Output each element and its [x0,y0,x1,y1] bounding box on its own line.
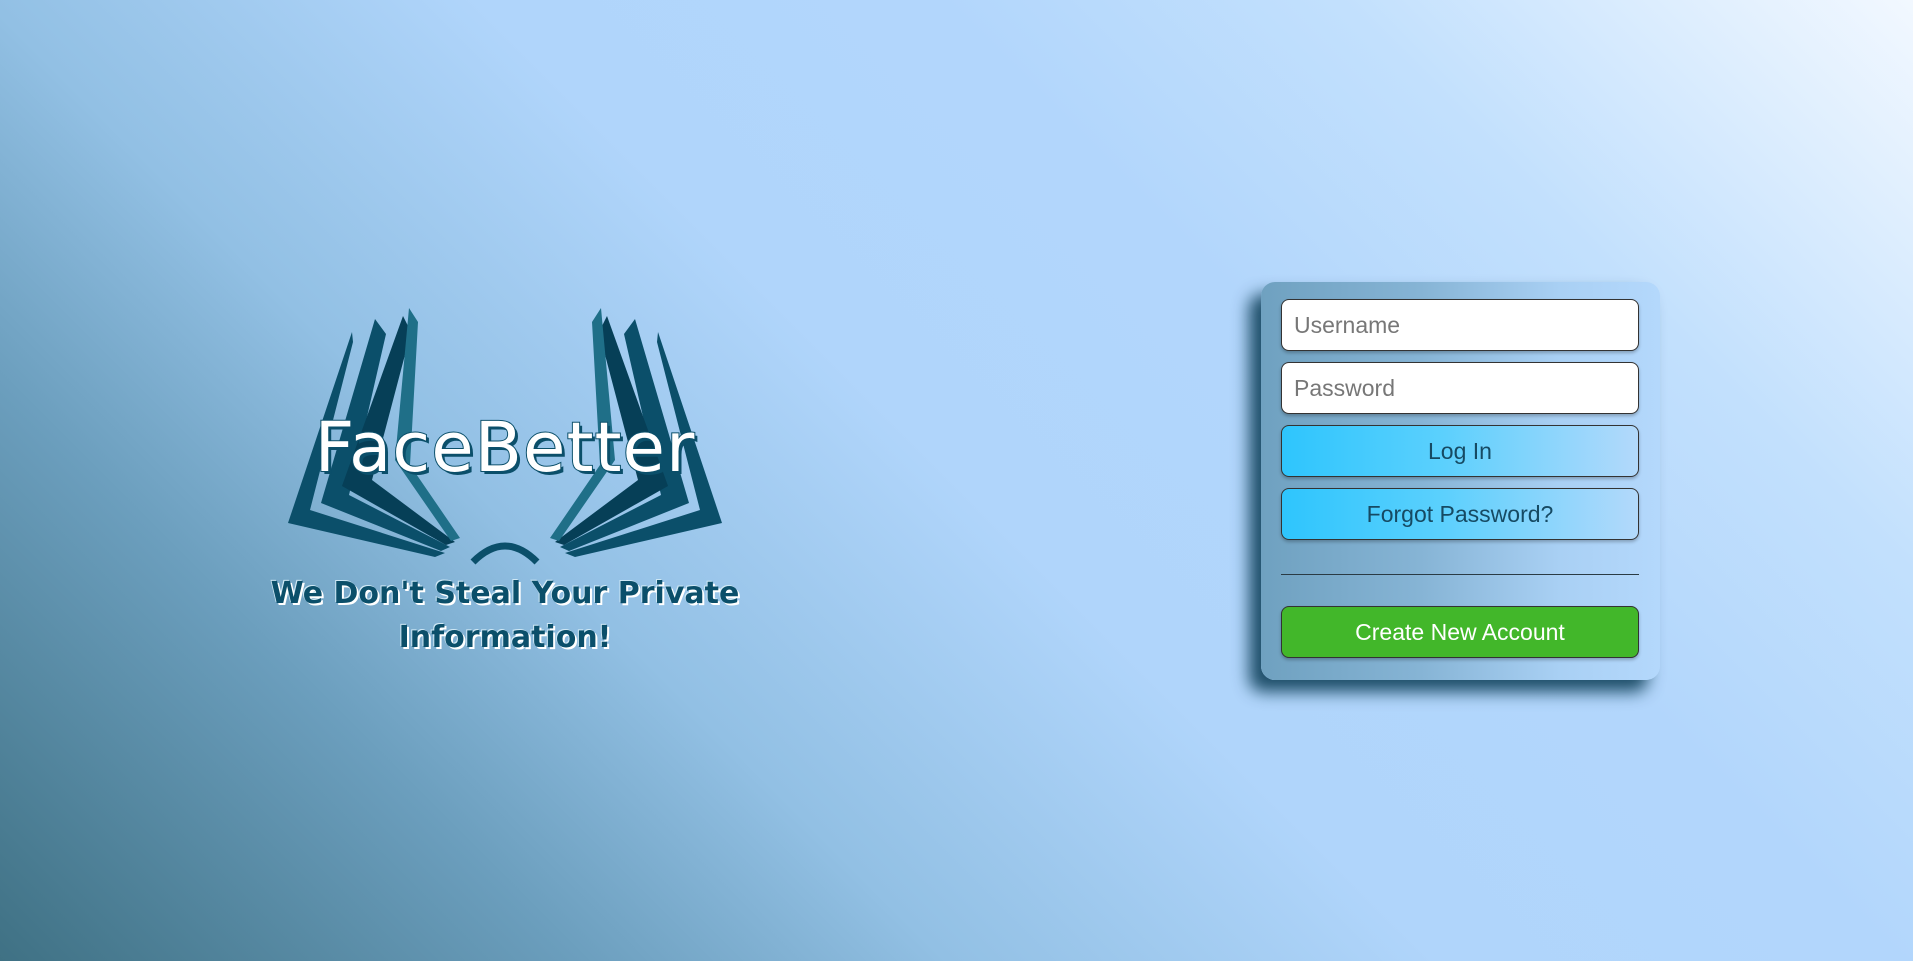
divider [1281,574,1639,575]
brand-title: FaceBetter [314,407,696,489]
login-card: Log In Forgot Password? Create New Accou… [1261,282,1660,680]
username-input[interactable] [1281,299,1639,351]
brand-logo: FaceBetter We Don't Steal Your Private I… [255,300,755,670]
create-account-button[interactable]: Create New Account [1281,606,1639,658]
forgot-password-button[interactable]: Forgot Password? [1281,488,1639,540]
login-button[interactable]: Log In [1281,425,1639,477]
password-input[interactable] [1281,362,1639,414]
brand-tagline: We Don't Steal Your Private Information! [270,576,740,655]
